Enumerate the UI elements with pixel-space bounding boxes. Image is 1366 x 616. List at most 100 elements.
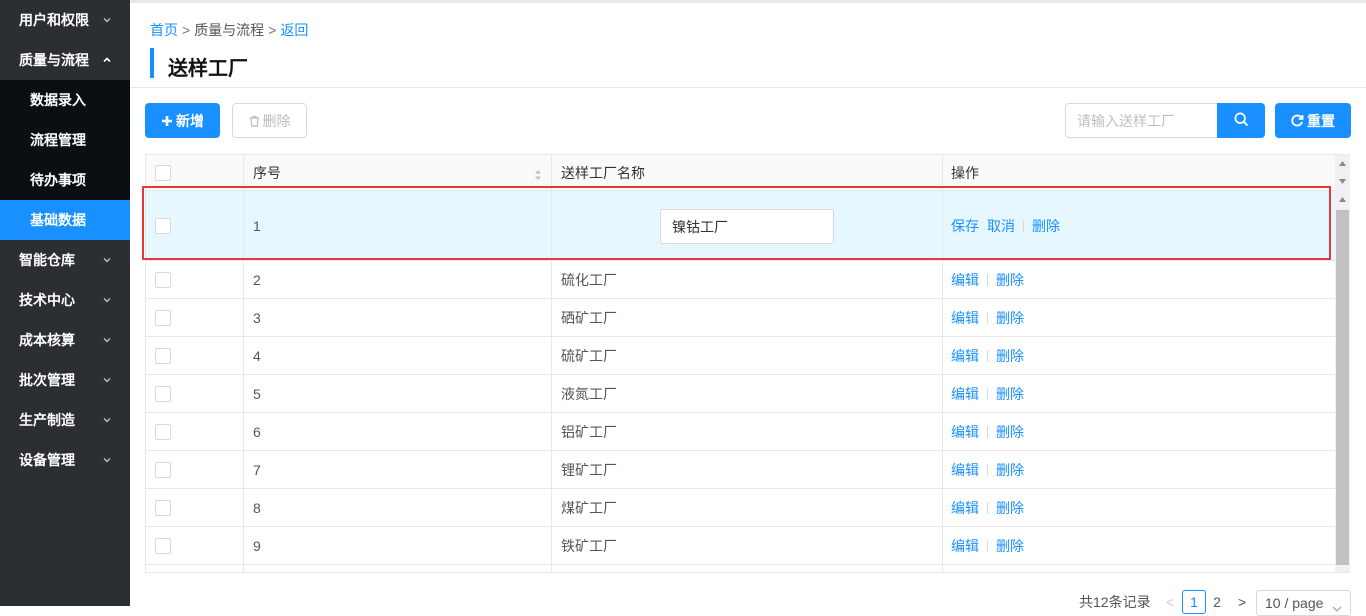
header-ops-cell: 操作 bbox=[943, 155, 1336, 190]
delete-link[interactable]: 删除 bbox=[996, 498, 1024, 518]
page-1-button[interactable]: 1 bbox=[1182, 590, 1206, 614]
op-separator bbox=[1023, 219, 1024, 232]
row-checkbox[interactable] bbox=[155, 271, 171, 288]
edit-link[interactable]: 编辑 bbox=[951, 270, 979, 290]
nav-equipment-management[interactable]: 设备管理 bbox=[0, 440, 130, 480]
factory-name: 硫化工厂 bbox=[561, 271, 617, 288]
breadcrumb-separator: > bbox=[268, 22, 277, 38]
nav-cost-accounting[interactable]: 成本核算 bbox=[0, 320, 130, 360]
ops-cell: 编辑 删除 bbox=[943, 527, 1336, 564]
name-cell: 铁矿工厂 bbox=[552, 527, 943, 564]
delete-link[interactable]: 删除 bbox=[1032, 216, 1060, 236]
scroll-up-arrow-icon[interactable] bbox=[1335, 194, 1350, 204]
row-checkbox[interactable] bbox=[155, 537, 171, 554]
nav-quality-process[interactable]: 质量与流程 bbox=[0, 40, 130, 80]
row-index: 9 bbox=[253, 537, 261, 554]
edit-link[interactable]: 编辑 bbox=[951, 460, 979, 480]
row-index: 3 bbox=[253, 309, 261, 326]
op-separator bbox=[987, 501, 988, 514]
op-separator bbox=[987, 311, 988, 324]
table-row: 9 铁矿工厂 编辑 删除 bbox=[146, 527, 1336, 565]
breadcrumb-back-link[interactable]: 返回 bbox=[280, 22, 308, 38]
search-button[interactable] bbox=[1217, 103, 1265, 138]
pagination-total: 共12条记录 bbox=[1079, 594, 1151, 610]
next-page-button[interactable]: > bbox=[1238, 590, 1246, 614]
row-checkbox[interactable] bbox=[155, 385, 171, 402]
header-index-cell[interactable]: 序号 bbox=[244, 155, 552, 190]
nav-batch-management[interactable]: 批次管理 bbox=[0, 360, 130, 400]
ops-cell: 编辑 删除 bbox=[943, 299, 1336, 336]
name-cell bbox=[552, 191, 943, 260]
scroll-thumb[interactable] bbox=[1336, 210, 1349, 565]
nav-user-permissions[interactable]: 用户和权限 bbox=[0, 0, 130, 40]
edit-link[interactable]: 编辑 bbox=[951, 384, 979, 404]
row-checkbox[interactable] bbox=[155, 347, 171, 364]
scroll-down-arrow-icon[interactable] bbox=[1335, 176, 1350, 186]
breadcrumb-current: 质量与流程 bbox=[194, 22, 265, 38]
edit-link[interactable]: 编辑 bbox=[951, 346, 979, 366]
sidebar-item-process-management[interactable]: 流程管理 bbox=[0, 120, 130, 160]
breadcrumb-home-link[interactable]: 首页 bbox=[150, 22, 178, 38]
nav-production[interactable]: 生产制造 bbox=[0, 400, 130, 440]
edit-link[interactable]: 编辑 bbox=[951, 308, 979, 328]
search-icon bbox=[1234, 112, 1249, 130]
delete-button[interactable]: 删除 bbox=[232, 103, 307, 138]
index-cell: 3 bbox=[244, 299, 552, 336]
row-index: 6 bbox=[253, 423, 261, 440]
factory-name-input[interactable] bbox=[660, 209, 834, 244]
delete-link[interactable]: 删除 bbox=[996, 384, 1024, 404]
reset-button[interactable]: 重置 bbox=[1275, 103, 1351, 138]
page-2-button[interactable]: 2 bbox=[1205, 590, 1229, 614]
sidebar-item-data-entry[interactable]: 数据录入 bbox=[0, 80, 130, 120]
save-link[interactable]: 保存 bbox=[951, 216, 979, 236]
delete-link[interactable]: 删除 bbox=[996, 270, 1024, 290]
row-checkbox[interactable] bbox=[155, 499, 171, 516]
nav-label: 成本核算 bbox=[19, 332, 75, 348]
delete-link[interactable]: 删除 bbox=[996, 460, 1024, 480]
delete-link[interactable]: 删除 bbox=[996, 346, 1024, 366]
row-checkbox[interactable] bbox=[155, 217, 171, 234]
index-cell: 5 bbox=[244, 375, 552, 412]
sidebar-item-todo[interactable]: 待办事项 bbox=[0, 160, 130, 200]
ops-cell: 编辑 删除 bbox=[943, 489, 1336, 526]
select-cell bbox=[146, 451, 244, 488]
cancel-link[interactable]: 取消 bbox=[987, 216, 1015, 236]
plus-icon bbox=[161, 115, 173, 127]
search-input[interactable] bbox=[1065, 103, 1218, 138]
delete-link[interactable]: 删除 bbox=[996, 536, 1024, 556]
breadcrumb: 首页 > 质量与流程 > 返回 bbox=[150, 20, 308, 40]
ops-cell: 编辑 删除 bbox=[943, 375, 1336, 412]
table-row: 7 锂矿工厂 编辑 删除 bbox=[146, 451, 1336, 489]
delete-link[interactable]: 删除 bbox=[996, 308, 1024, 328]
scroll-up-arrow-icon[interactable] bbox=[1335, 158, 1350, 168]
page-size-select[interactable]: 10 / page bbox=[1256, 590, 1351, 616]
prev-page-button[interactable]: < bbox=[1166, 590, 1174, 614]
header-index: 序号 bbox=[253, 164, 281, 181]
name-cell: 锂矿工厂 bbox=[552, 451, 943, 488]
sort-icon[interactable] bbox=[534, 168, 542, 180]
sub-label: 基础数据 bbox=[30, 212, 86, 228]
add-button[interactable]: 新增 bbox=[145, 103, 220, 138]
row-checkbox[interactable] bbox=[155, 309, 171, 326]
nav-smart-warehouse[interactable]: 智能仓库 bbox=[0, 240, 130, 280]
index-cell: 7 bbox=[244, 451, 552, 488]
top-border bbox=[130, 0, 1366, 3]
edit-link[interactable]: 编辑 bbox=[951, 536, 979, 556]
select-cell bbox=[146, 375, 244, 412]
op-separator bbox=[987, 273, 988, 286]
name-cell: 硫矿工厂 bbox=[552, 337, 943, 374]
nav-tech-center[interactable]: 技术中心 bbox=[0, 280, 130, 320]
row-index: 1 bbox=[253, 217, 261, 234]
index-cell: 2 bbox=[244, 261, 552, 298]
edit-link[interactable]: 编辑 bbox=[951, 498, 979, 518]
sidebar-item-basic-data[interactable]: 基础数据 bbox=[0, 200, 130, 240]
select-all-checkbox[interactable] bbox=[155, 164, 171, 181]
delete-link[interactable]: 删除 bbox=[996, 422, 1024, 442]
table-scrollbar[interactable] bbox=[1335, 155, 1350, 572]
row-index: 4 bbox=[253, 347, 261, 364]
edit-link[interactable]: 编辑 bbox=[951, 422, 979, 442]
row-checkbox[interactable] bbox=[155, 423, 171, 440]
page-title: 送样工厂 bbox=[168, 58, 248, 80]
row-checkbox[interactable] bbox=[155, 461, 171, 478]
index-cell: 8 bbox=[244, 489, 552, 526]
